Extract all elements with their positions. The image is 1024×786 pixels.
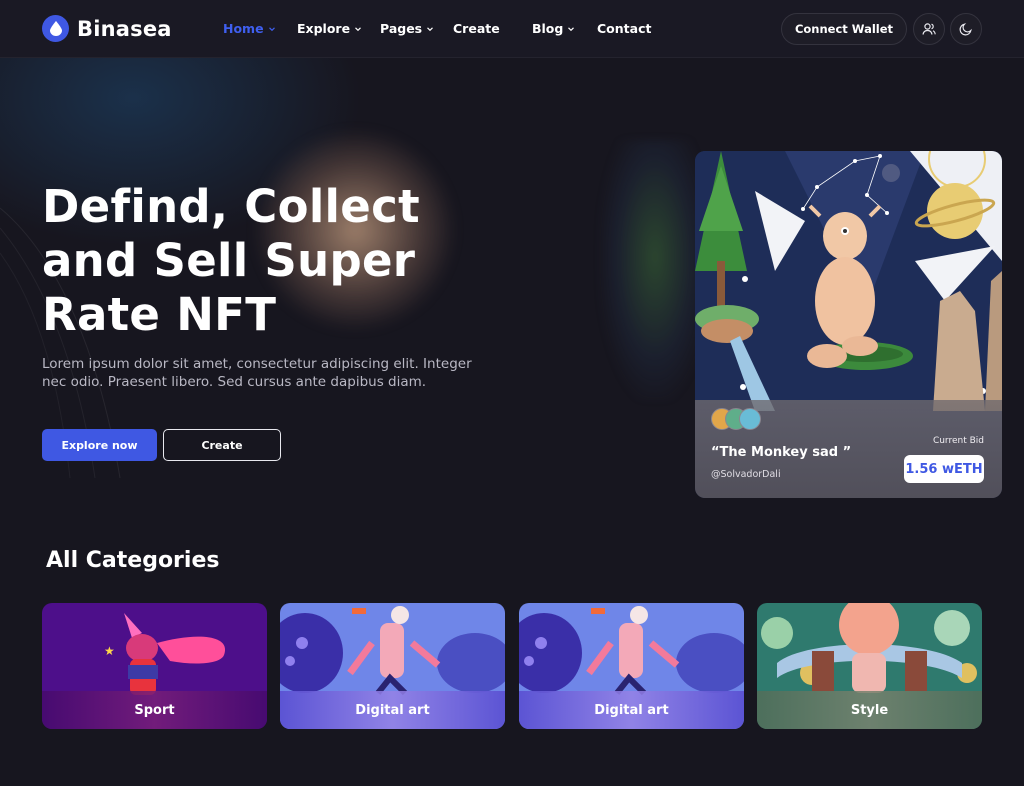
category-label: Style	[757, 691, 982, 729]
hero-description: Lorem ipsum dolor sit amet, consectetur …	[42, 356, 472, 390]
svg-text:★: ★	[104, 644, 115, 658]
nav-item-home[interactable]: Home	[223, 21, 276, 36]
nav-item-label: Contact	[597, 21, 652, 36]
nft-title[interactable]: “The Monkey sad ”	[711, 445, 851, 460]
current-bid-value: 1.56 wETH	[904, 455, 984, 483]
category-card-style[interactable]: Style	[757, 603, 982, 729]
chevron-down-icon	[568, 26, 575, 31]
category-label: Digital art	[519, 691, 744, 729]
nav-item-create[interactable]: Create	[453, 21, 500, 36]
category-card-digital-art[interactable]: Digital art	[280, 603, 505, 729]
current-bid-label: Current Bid	[932, 436, 984, 446]
avatar[interactable]	[739, 408, 761, 430]
nft-info-panel: “The Monkey sad ” @SolvadorDali Current …	[695, 400, 1002, 498]
nft-author[interactable]: @SolvadorDali	[711, 469, 781, 480]
nav-item-label: Blog	[532, 21, 564, 36]
explore-now-button[interactable]: Explore now	[42, 429, 157, 461]
chevron-down-icon	[427, 26, 434, 31]
hero-title: Defind, Collect and Sell Super Rate NFT	[42, 180, 420, 341]
user-icon	[922, 23, 936, 35]
nft-artwork-image	[695, 151, 1002, 411]
nav-item-blog[interactable]: Blog	[532, 21, 575, 36]
category-label: Digital art	[280, 691, 505, 729]
brand-logo[interactable]: Binasea	[42, 15, 172, 42]
user-button[interactable]	[913, 13, 945, 45]
connect-wallet-button[interactable]: Connect Wallet	[781, 13, 907, 45]
featured-nft-card[interactable]: “The Monkey sad ” @SolvadorDali Current …	[695, 151, 1002, 498]
categories-title: All Categories	[46, 548, 220, 573]
top-navbar: Binasea Home Explore Pages Create Blog C…	[0, 0, 1024, 58]
nav-item-pages[interactable]: Pages	[380, 21, 434, 36]
owner-avatars	[711, 408, 761, 430]
category-card-digital-art[interactable]: Digital art	[519, 603, 744, 729]
nav-item-label: Home	[223, 21, 264, 36]
chevron-down-icon	[268, 26, 275, 31]
nav-item-label: Pages	[380, 21, 423, 36]
chevron-down-icon	[355, 26, 362, 31]
theme-toggle-button[interactable]	[950, 13, 982, 45]
nav-item-label: Create	[453, 21, 500, 36]
nav-item-contact[interactable]: Contact	[597, 21, 651, 36]
create-button[interactable]: Create	[163, 429, 281, 461]
category-card-sport[interactable]: ★ Sport	[42, 603, 267, 729]
nav-item-explore[interactable]: Explore	[297, 21, 362, 36]
nav-item-label: Explore	[297, 21, 351, 36]
hero-blur-tree	[600, 140, 710, 400]
brand-name: Binasea	[77, 16, 172, 41]
category-label: Sport	[42, 691, 267, 729]
moon-icon	[959, 23, 972, 36]
drop-icon	[42, 15, 69, 42]
